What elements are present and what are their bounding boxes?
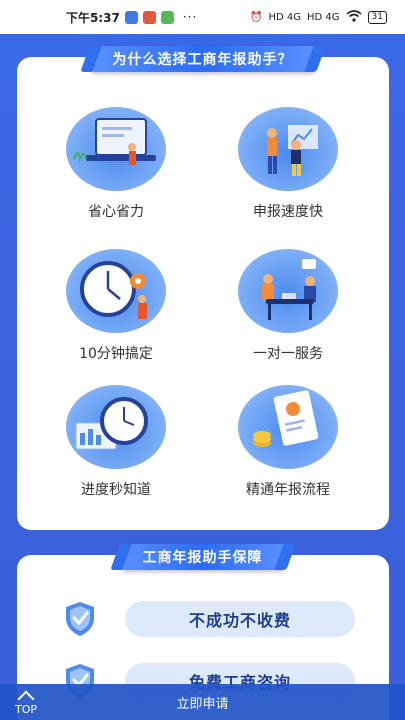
- apply-now-button[interactable]: 立即申请: [176, 693, 228, 712]
- feature-label: 申报速度快: [253, 204, 323, 220]
- guarantee-item: 不成功不收费: [63, 599, 363, 639]
- app-notification-icon: [142, 10, 156, 24]
- feature-label: 一对一服务: [253, 346, 323, 362]
- clock-gear-illustration: [66, 249, 166, 333]
- check-shield-icon: [63, 600, 97, 638]
- feature-item: 申报速度快: [203, 107, 373, 221]
- more-notifications-icon: ···: [182, 10, 198, 24]
- feature-item: 一对一服务: [203, 249, 373, 363]
- status-right: ⏰ HD 4G HD 4G 31: [250, 9, 387, 25]
- signal-icon: HD 4G: [268, 11, 302, 23]
- status-time: 下午5:37: [66, 10, 120, 25]
- feature-label: 进度秒知道: [81, 482, 151, 498]
- feature-item: 精通年报流程: [203, 385, 373, 499]
- battery-indicator: 31: [367, 10, 387, 24]
- laptop-person-illustration: [66, 107, 166, 191]
- feature-item: 10分钟搞定: [31, 249, 201, 363]
- why-section-title: 为什么选择工商年报助手？: [90, 46, 315, 72]
- report-coins-illustration: [238, 385, 338, 469]
- scroll-top-button[interactable]: TOP: [8, 686, 44, 718]
- guarantee-pill: 不成功不收费: [125, 601, 355, 637]
- meeting-table-illustration: [238, 249, 338, 333]
- status-bar: 下午5:37 ··· ⏰ HD 4G HD 4G 31: [0, 0, 405, 34]
- progress-clock-illustration: [66, 385, 166, 469]
- alarm-icon: ⏰: [250, 11, 263, 23]
- people-chart-illustration: [238, 107, 338, 191]
- signal-icon: HD 4G: [307, 11, 340, 23]
- status-left: 下午5:37 ···: [66, 9, 197, 26]
- feature-item: 进度秒知道: [31, 385, 201, 499]
- bottom-bar: TOP 立即申请: [0, 684, 405, 720]
- feature-label: 10分钟搞定: [79, 346, 153, 362]
- wifi-icon: [346, 9, 362, 25]
- feature-item: 省心省力: [31, 107, 201, 221]
- feature-label: 精通年报流程: [246, 482, 330, 498]
- app-notification-icon: [124, 10, 138, 24]
- download-notification-icon: [160, 10, 174, 24]
- feature-label: 省心省力: [88, 204, 144, 220]
- guarantee-section-title: 工商年报助手保障: [120, 544, 285, 570]
- why-card: 省心省力 申报速度快 10分钟搞定 一对一服务 进度秒知道 精通年报流程: [17, 57, 389, 530]
